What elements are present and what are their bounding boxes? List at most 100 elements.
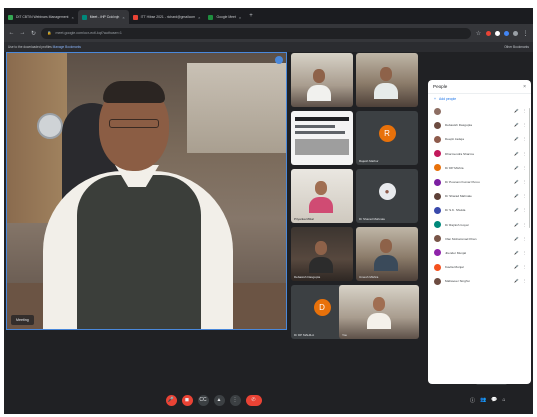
mic-icon[interactable]: 🎤 [514, 251, 519, 255]
participant-row[interactable]: Mahaveer Singhvi 🎤 ⋮ [428, 274, 531, 288]
extension-icon[interactable] [504, 30, 509, 36]
url-field[interactable]: 🔒 meet.google.com/ocr-ectl-kqt?authuser=… [41, 27, 471, 39]
scrollbar[interactable] [528, 108, 530, 228]
back-button[interactable]: ← [8, 30, 15, 36]
more-options-icon[interactable]: ⋮ [523, 194, 527, 198]
mic-icon[interactable]: 🎤 [514, 194, 519, 198]
participant-tile[interactable]: R Rajesh Mathur [356, 111, 418, 165]
more-options-icon[interactable]: ⋮ [523, 166, 527, 170]
tab-label: DIT CBTIN Webinars Management [16, 15, 69, 19]
participant-row[interactable]: Dr Rajnish Goyal 🎤 ⋮ [428, 218, 531, 232]
extension-icon[interactable] [495, 30, 500, 36]
add-people-button[interactable]: + Add people [428, 94, 531, 104]
browser-tab[interactable]: DIT CBTIN Webinars Management × [4, 10, 78, 24]
more-options-icon[interactable]: ⋮ [523, 109, 527, 113]
activities-icon[interactable]: ⌂ [502, 397, 505, 403]
more-options-icon[interactable]: ⋮ [523, 223, 527, 227]
captions-button[interactable]: CC [197, 394, 209, 406]
participant-tile[interactable]: Debasish Dasgupta [291, 227, 353, 281]
close-icon[interactable]: × [71, 15, 73, 20]
mic-icon[interactable]: 🎤 [514, 237, 519, 241]
participant-tile[interactable] [291, 53, 353, 107]
participant-figure [309, 257, 333, 273]
participant-row[interactable]: Irfan Mohammad Khan 🎤 ⋮ [428, 232, 531, 246]
new-tab-button[interactable]: + [249, 13, 253, 19]
camera-button[interactable]: ◼ [181, 394, 193, 406]
participant-tile[interactable]: You [339, 285, 419, 339]
pin-icon[interactable] [275, 56, 283, 64]
participant-row[interactable]: Kavita Munjal 🎤 ⋮ [428, 260, 531, 274]
mic-icon[interactable]: 🎤 [514, 137, 519, 141]
close-icon[interactable]: × [239, 15, 241, 20]
participant-row[interactable]: Jitender Munjal 🎤 ⋮ [428, 246, 531, 260]
forward-button[interactable]: → [19, 30, 26, 36]
close-icon[interactable]: × [122, 15, 124, 20]
participant-figure [367, 313, 391, 329]
more-options-icon[interactable]: ⋮ [523, 279, 527, 283]
present-button[interactable]: ▲ [213, 394, 225, 406]
browser-tab[interactable]: Google Meet × [204, 10, 245, 24]
participant-tile[interactable]: ● Dr Sharad Mahnale [356, 169, 418, 223]
participant-tile[interactable] [356, 53, 418, 107]
manage-bookmarks-link[interactable]: Manage Bookmarks [53, 45, 81, 49]
shared-document [295, 117, 349, 121]
more-options-icon[interactable]: ⋮ [523, 251, 527, 255]
mic-icon[interactable]: 🎤 [514, 223, 519, 227]
participant-row[interactable]: Deepti Jadeja 🎤 ⋮ [428, 132, 531, 146]
people-icon[interactable]: 👥 [480, 397, 486, 403]
participant-tile[interactable]: Priyanka Mittal [291, 169, 353, 223]
mic-button[interactable]: 🎤 [165, 394, 177, 406]
reload-button[interactable]: ↻ [30, 30, 37, 37]
participant-row[interactable]: Dr Sharad Mahnale 🎤 ⋮ [428, 189, 531, 203]
bookmark-star-icon[interactable]: ☆ [475, 30, 482, 37]
participant-row[interactable]: Dr Poonam Kumar Purou 🎤 ⋮ [428, 175, 531, 189]
more-options-icon[interactable]: ⋮ [523, 180, 527, 184]
other-bookmarks[interactable]: Other Bookmarks [504, 45, 529, 49]
participant-tile[interactable] [291, 111, 353, 165]
participant-name: Jitender Munjal [445, 250, 466, 255]
participant-row[interactable]: 🎤 ⋮ [428, 104, 531, 118]
mic-icon[interactable]: 🎤 [514, 166, 519, 170]
more-options-icon[interactable]: ⋮ [523, 208, 527, 212]
more-options-icon[interactable]: ⋮ [523, 152, 527, 156]
participant-name: Dharmendra Sharma [445, 151, 474, 156]
mic-icon[interactable]: 🎤 [514, 279, 519, 283]
more-options-icon[interactable]: ⋮ [523, 265, 527, 269]
mic-icon[interactable]: 🎤 [514, 208, 519, 212]
close-icon[interactable]: × [198, 15, 200, 20]
more-options-icon[interactable]: ⋮ [523, 123, 527, 127]
participant-row[interactable]: Dr DP Mishra 🎤 ⋮ [428, 161, 531, 175]
participant-figure [374, 83, 398, 99]
participant-row[interactable]: Debasish Dasgupta 🎤 ⋮ [428, 118, 531, 132]
profile-avatar[interactable] [513, 30, 518, 36]
mic-icon[interactable]: 🎤 [514, 180, 519, 184]
participant-row[interactable]: Dharmendra Sharma 🎤 ⋮ [428, 147, 531, 161]
add-people-label: Add people [438, 97, 457, 101]
participant-name: Priyanka Mittal [294, 217, 314, 221]
browser-tab[interactable]: ITT Hibse 2021 - richard@gmailcom × [129, 10, 205, 24]
avatar [434, 235, 441, 243]
participant-tile[interactable]: Umesh Mishra [356, 227, 418, 281]
mic-icon[interactable]: 🎤 [514, 109, 519, 113]
end-call-button[interactable]: ✆ [245, 394, 262, 406]
mic-icon[interactable]: 🎤 [514, 123, 519, 127]
mic-icon[interactable]: 🎤 [514, 152, 519, 156]
more-options-icon[interactable]: ⋮ [523, 137, 527, 141]
avatar [434, 107, 441, 115]
more-options-button[interactable]: ⋮ [229, 394, 241, 406]
info-icon[interactable]: ⓘ [470, 397, 475, 404]
infobar-text: Use to the downloaded profiles Manage Bo… [8, 45, 82, 49]
browser-menu-icon[interactable]: ⋮ [522, 30, 529, 37]
browser-tab-active[interactable]: Meet - iHP Ccid rqh × [77, 10, 129, 24]
close-icon[interactable]: × [523, 84, 526, 90]
presenter-video[interactable]: Meeting [6, 52, 287, 330]
chat-icon[interactable]: 💬 [491, 397, 497, 403]
background-shelf [7, 53, 67, 223]
participant-figure [373, 297, 385, 311]
extension-icon[interactable] [486, 30, 491, 36]
participant-figure [380, 67, 392, 81]
participant-row[interactable]: Dr S.K. Shukla 🎤 ⋮ [428, 203, 531, 217]
mic-icon[interactable]: 🎤 [514, 265, 519, 269]
more-options-icon[interactable]: ⋮ [523, 237, 527, 241]
presenter-vest [77, 175, 201, 329]
